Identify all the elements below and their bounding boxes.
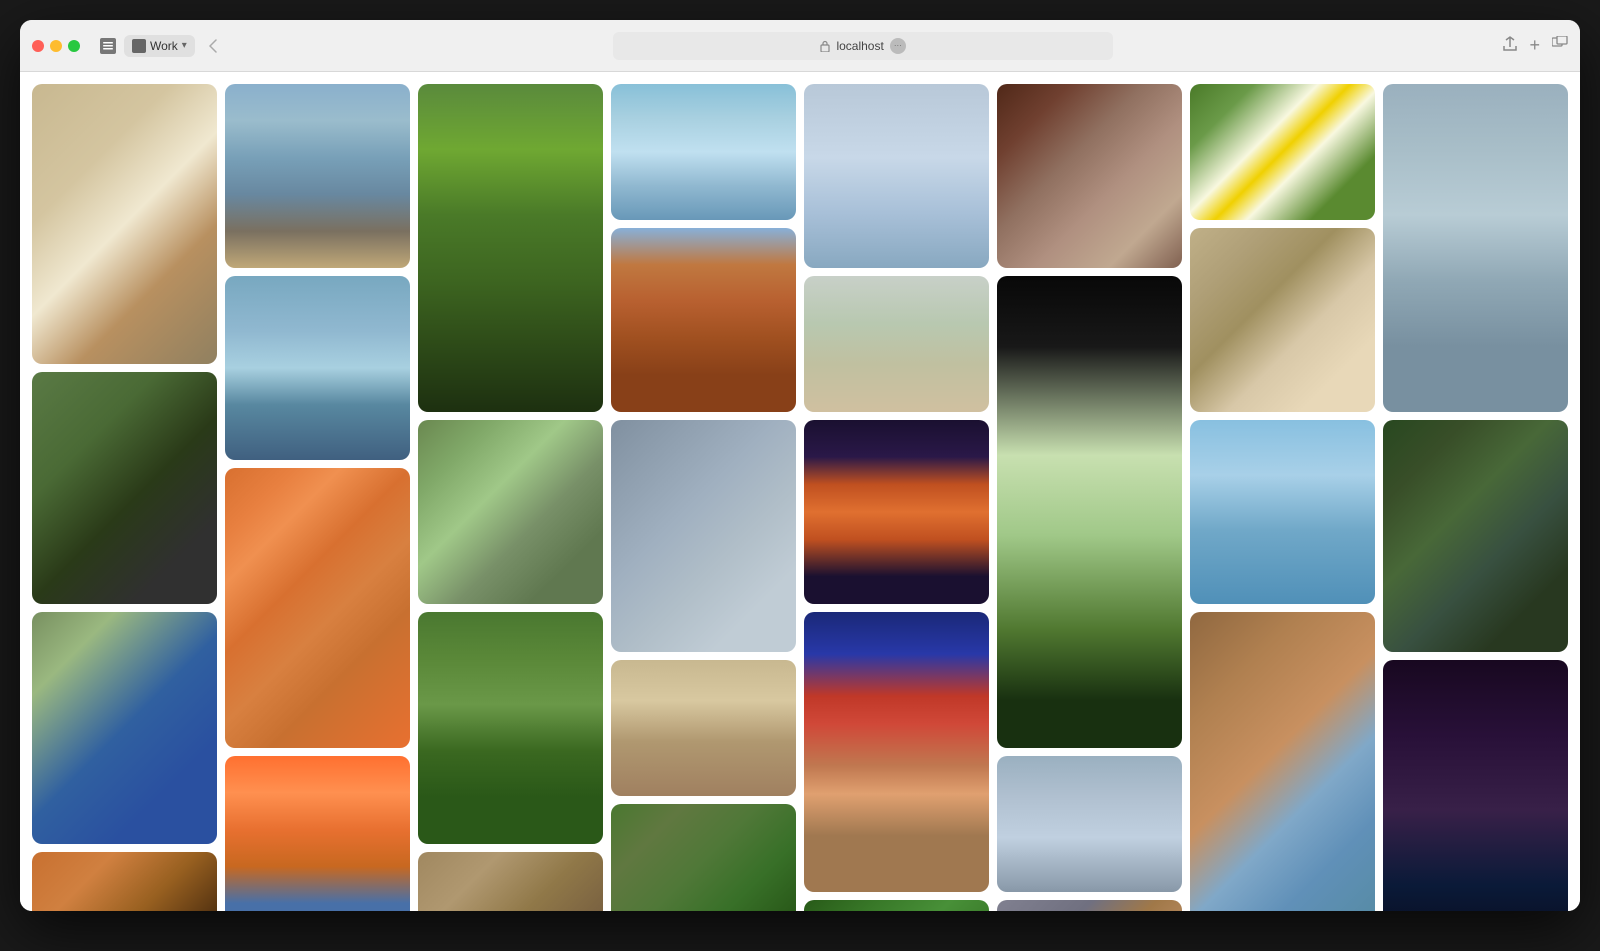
photo-brooklyn-bridge[interactable]	[225, 84, 410, 268]
browser-window: Work ▾ localhost ···	[20, 20, 1580, 911]
photo-city-purple[interactable]	[804, 420, 989, 604]
sidebar-toggle-icon[interactable]	[100, 38, 116, 54]
photo-architecture-lines[interactable]	[1383, 84, 1568, 412]
photo-ruins-ancient[interactable]	[418, 852, 603, 911]
photo-blue-bird[interactable]	[32, 612, 217, 844]
traffic-lights	[32, 40, 80, 52]
photo-bridge-arch[interactable]	[997, 756, 1182, 892]
address-bar-container: localhost ···	[231, 32, 1496, 60]
address-bar[interactable]: localhost ···	[613, 32, 1113, 60]
photo-wood-texture[interactable]	[32, 852, 217, 911]
photo-agave[interactable]	[1383, 420, 1568, 652]
share-icon[interactable]	[1503, 36, 1517, 55]
photo-driftwood-beach[interactable]	[1190, 228, 1375, 412]
toolbar-right: +	[1503, 35, 1568, 56]
photo-flower-bud[interactable]	[997, 276, 1182, 748]
photo-books-photo[interactable]	[804, 612, 989, 892]
photo-bee[interactable]	[32, 84, 217, 364]
photo-daisies-field[interactable]	[1190, 84, 1375, 220]
photo-camera-tripod[interactable]	[611, 660, 796, 796]
photo-forest-green[interactable]	[804, 900, 989, 911]
tab-dropdown-icon[interactable]: ▾	[182, 40, 187, 51]
close-button[interactable]	[32, 40, 44, 52]
photo-modern-buildings[interactable]	[225, 468, 410, 748]
photo-mountain-snow[interactable]	[611, 84, 796, 220]
photo-grid	[32, 84, 1568, 911]
photo-ornate-gate[interactable]	[611, 420, 796, 652]
photo-lake-resort[interactable]	[1190, 420, 1375, 604]
lock-icon	[820, 40, 830, 52]
photo-small-bird[interactable]	[418, 420, 603, 604]
photo-sunset-water[interactable]	[225, 756, 410, 911]
tab-label: Work	[150, 39, 178, 53]
photo-river-aerial[interactable]	[611, 804, 796, 911]
tab-work[interactable]: Work ▾	[124, 35, 195, 57]
photo-castle[interactable]	[225, 276, 410, 460]
titlebar: Work ▾ localhost ···	[20, 20, 1580, 72]
photo-abstract-reflections[interactable]	[997, 84, 1182, 268]
photo-bamboo[interactable]	[418, 84, 603, 412]
back-button[interactable]	[203, 36, 223, 56]
tabs-overview-icon[interactable]	[1552, 36, 1568, 55]
photo-lamp-street[interactable]	[1190, 612, 1375, 911]
photo-old-brick[interactable]	[611, 228, 796, 412]
new-tab-icon[interactable]: +	[1529, 35, 1540, 56]
maximize-button[interactable]	[68, 40, 80, 52]
refresh-icon[interactable]: ···	[890, 38, 906, 54]
photo-crow[interactable]	[32, 372, 217, 604]
photo-birds-sky[interactable]	[804, 84, 989, 268]
photo-llama-field[interactable]	[804, 276, 989, 412]
minimize-button[interactable]	[50, 40, 62, 52]
photo-tower-night[interactable]	[1383, 660, 1568, 911]
url-text: localhost	[836, 39, 883, 53]
tab-favicon	[132, 39, 146, 53]
photo-forest-road[interactable]	[418, 612, 603, 844]
content-area[interactable]	[20, 72, 1580, 911]
photo-caterpillar-rocks[interactable]	[997, 900, 1182, 911]
